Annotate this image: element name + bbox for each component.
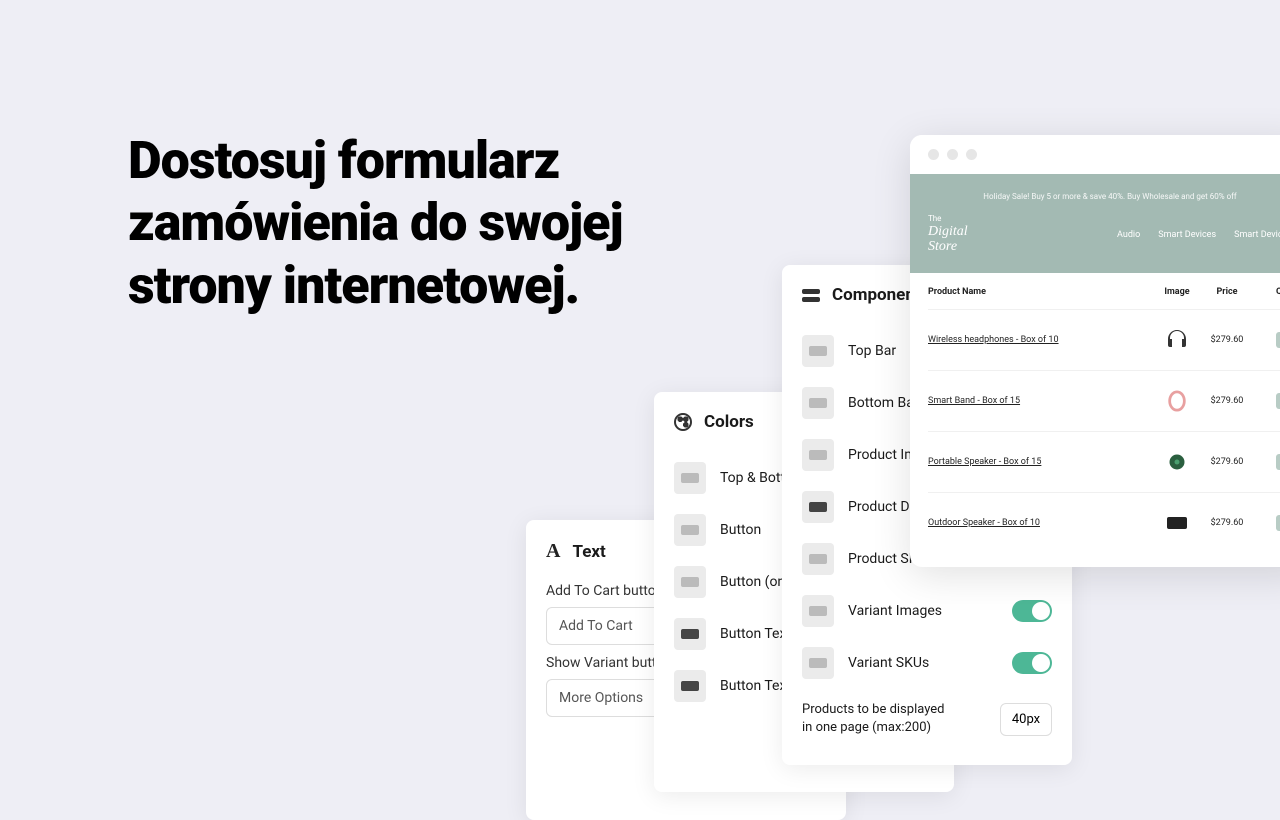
component-icon	[802, 595, 834, 627]
products-table: Product Name Image Price Qua Wireless he…	[910, 273, 1280, 567]
window-dot	[928, 149, 939, 160]
qty-decrement-button[interactable]: −	[1276, 332, 1280, 348]
product-image	[1152, 387, 1202, 415]
component-icon	[802, 387, 834, 419]
store-preview-window: Holiday Sale! Buy 5 or more & save 40%. …	[910, 135, 1280, 567]
toggle-row: Variant Images	[802, 585, 1052, 637]
col-quantity: Qua	[1252, 287, 1280, 297]
component-item-label: Top Bar	[848, 343, 896, 359]
qty-decrement-button[interactable]: −	[1276, 515, 1280, 531]
product-name-link[interactable]: Portable Speaker - Box of 15	[928, 457, 1152, 467]
component-icon	[802, 335, 834, 367]
toggle-switch[interactable]	[1012, 600, 1052, 622]
text-icon	[546, 540, 560, 563]
col-product-name: Product Name	[928, 287, 1152, 297]
color-item-label: Button Text	[720, 626, 791, 642]
toggle-row: Variant SKUs	[802, 637, 1052, 689]
nav-link[interactable]: Smart Devices	[1158, 230, 1216, 240]
col-price: Price	[1202, 287, 1252, 297]
component-icon	[802, 543, 834, 575]
product-name-link[interactable]: Smart Band - Box of 15	[928, 396, 1152, 406]
qty-decrement-button[interactable]: −	[1276, 454, 1280, 470]
store-nav-links: Audio Smart Devices Smart Devices	[1117, 230, 1280, 240]
component-icon	[802, 647, 834, 679]
product-name-link[interactable]: Wireless headphones - Box of 10	[928, 335, 1152, 345]
table-header-row: Product Name Image Price Qua	[928, 287, 1280, 309]
window-dot	[947, 149, 958, 160]
color-swatch-icon	[674, 514, 706, 546]
qty-decrement-button[interactable]: −	[1276, 393, 1280, 409]
component-icon	[802, 491, 834, 523]
color-swatch-icon	[674, 618, 706, 650]
color-item-label: Button	[720, 522, 761, 538]
component-item-label: Bottom Bar	[848, 395, 919, 411]
components-icon	[802, 289, 820, 302]
product-row: Smart Band - Box of 15 $279.60 −	[928, 370, 1280, 431]
product-price: $279.60	[1202, 396, 1252, 406]
colors-panel-title: Colors	[704, 412, 754, 432]
window-dot	[966, 149, 977, 160]
product-name-link[interactable]: Outdoor Speaker - Box of 10	[928, 518, 1152, 528]
window-controls	[910, 135, 1280, 174]
product-price: $279.60	[1202, 457, 1252, 467]
col-image: Image	[1152, 287, 1202, 297]
products-per-page-input[interactable]	[1000, 703, 1052, 736]
promo-banner: Holiday Sale! Buy 5 or more & save 40%. …	[928, 192, 1280, 201]
product-image	[1152, 448, 1202, 476]
product-price: $279.60	[1202, 518, 1252, 528]
product-row: Outdoor Speaker - Box of 10 $279.60 −	[928, 492, 1280, 553]
store-header: Holiday Sale! Buy 5 or more & save 40%. …	[910, 174, 1280, 273]
store-logo: The Digital Store	[928, 215, 968, 255]
color-swatch-icon	[674, 670, 706, 702]
palette-icon	[674, 413, 692, 431]
product-image	[1152, 326, 1202, 354]
page-headline: Dostosuj formularz zamówienia do swojej …	[128, 130, 728, 317]
product-row: Portable Speaker - Box of 15 $279.60 −	[928, 431, 1280, 492]
products-per-page-label: Products to be displayed in one page (ma…	[802, 701, 952, 737]
text-panel-title: Text	[572, 542, 605, 562]
toggle-switch[interactable]	[1012, 652, 1052, 674]
product-price: $279.60	[1202, 335, 1252, 345]
toggle-label: Variant SKUs	[848, 655, 929, 671]
product-image	[1152, 509, 1202, 537]
nav-link[interactable]: Smart Devices	[1234, 230, 1280, 240]
color-swatch-icon	[674, 462, 706, 494]
product-row: Wireless headphones - Box of 10 $279.60 …	[928, 309, 1280, 370]
component-icon	[802, 439, 834, 471]
color-swatch-icon	[674, 566, 706, 598]
nav-link[interactable]: Audio	[1117, 230, 1140, 240]
toggle-label: Variant Images	[848, 603, 942, 619]
